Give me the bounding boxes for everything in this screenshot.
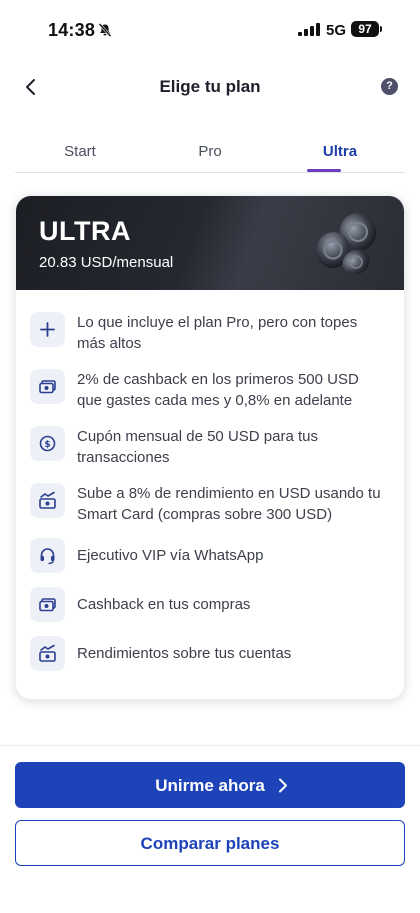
status-bar: 14:38 5G 97 [0,0,420,62]
plan-card: ULTRA 20.83 USD/mensual Lo que incluye e… [15,195,405,700]
help-icon[interactable]: ? [381,78,398,95]
benefit-text: Cashback en tus compras [77,596,251,613]
growth-icon [30,483,65,518]
page-title: Elige tu plan [159,77,261,96]
cash-icon [30,587,65,622]
compare-plans-button[interactable]: Comparar planes [15,820,405,866]
plan-tabs: Start Pro Ultra [15,130,405,173]
battery-icon: 97 [351,21,379,37]
headset-icon [30,538,65,573]
footer-divider [0,745,420,746]
battery-tip [380,26,382,32]
plan-price: 20.83 USD/mensual [39,254,174,271]
benefit-text: Sube a 8% de rendimiento en USD usando t… [77,485,381,523]
benefit-text: Rendimientos sobre tus cuentas [77,645,292,662]
growth-icon [30,636,65,671]
status-time: 14:38 [48,20,96,40]
benefit-text: 2% de cashback en los primeros 500 USD q… [77,371,359,409]
signal-icon [298,23,320,36]
svg-text:$: $ [44,440,50,450]
tab-ultra[interactable]: Ultra [275,130,405,172]
plan-name: ULTRA [39,216,131,246]
tab-start[interactable]: Start [15,130,145,172]
coupon-icon: $ [30,426,65,461]
join-now-label: Unirme ahora [155,776,265,795]
benefit-text: Lo que incluye el plan Pro, pero con top… [77,314,358,352]
benefit-text: Cupón mensual de 50 USD para tus transac… [77,428,318,466]
tab-pro[interactable]: Pro [145,130,275,172]
benefit-text: Ejecutivo VIP vía WhatsApp [77,547,264,564]
plan-banner: ULTRA 20.83 USD/mensual [16,196,404,290]
network-type: 5G [326,22,347,39]
join-now-button[interactable]: Unirme ahora [15,762,405,808]
top-nav: Elige tu plan ? [0,66,420,108]
cash-icon [30,369,65,404]
bell-off-icon [98,23,112,37]
plus-icon [30,312,65,347]
active-tab-indicator [307,169,341,172]
chevron-right-icon [279,778,287,793]
coins-illustration-icon [315,213,377,275]
